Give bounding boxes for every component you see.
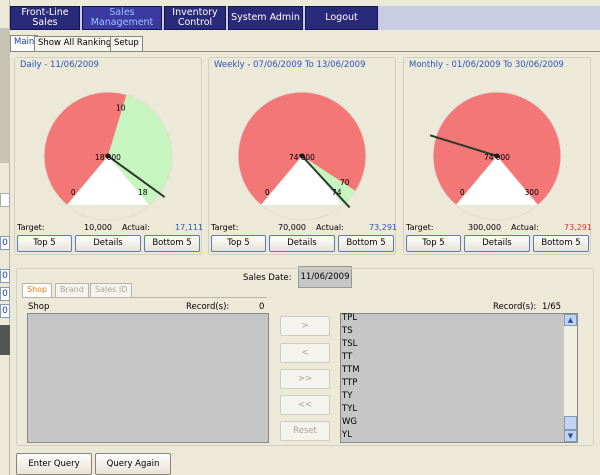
list-item[interactable]: TYL [342, 404, 357, 414]
target-value: 10,000 [84, 223, 112, 232]
list-item[interactable]: WG [342, 417, 357, 427]
actual-value: 73,291 [369, 223, 397, 232]
reset-button[interactable]: Reset [280, 421, 330, 441]
nav-front-line-sales[interactable]: Front-Line Sales [10, 6, 80, 30]
edge-dark-panel [0, 325, 10, 355]
gauge-max-label: 18 [138, 188, 148, 197]
details-button[interactable]: Details [75, 235, 141, 252]
daily-gauge: 0 18 10 18'000 [43, 91, 173, 221]
gauge-max-label: 74 [332, 188, 342, 197]
gauge-center-value: 74'000 [289, 153, 315, 162]
list-item[interactable]: TTM [342, 365, 360, 375]
list-item[interactable]: TT [342, 352, 352, 362]
nav-system-admin[interactable]: System Admin [228, 6, 303, 30]
edge-number: 0 [0, 304, 10, 318]
bottom-5-button[interactable]: Bottom 5 [144, 235, 200, 252]
target-value: 300,000 [468, 223, 502, 232]
gauge-target-mark: 70 [340, 178, 350, 187]
list-item[interactable]: TPL [342, 313, 357, 323]
nav-sales-management[interactable]: Sales Management [82, 6, 162, 30]
bottom-5-button[interactable]: Bottom 5 [533, 235, 589, 252]
nav-inventory-control[interactable]: Inventory Control [164, 6, 226, 30]
query-again-button[interactable]: Query Again [95, 453, 171, 475]
subtab-divider [22, 297, 267, 298]
edge-number: 0 [0, 269, 10, 283]
gauge-max-label: 300 [525, 188, 540, 197]
left-edge-strip: 0 0 0 0 [0, 0, 10, 475]
left-list-header: Shop [28, 302, 50, 312]
subtab-shop[interactable]: Shop [22, 283, 53, 297]
enter-query-button[interactable]: Enter Query [16, 453, 92, 475]
gauge-panel-daily: Daily - 11/06/2009 0 18 10 18'000 Target: 1… [14, 57, 203, 255]
subtab-brand[interactable]: Brand [55, 283, 89, 297]
target-value: 70,000 [278, 223, 306, 232]
edge-number: 0 [0, 236, 10, 250]
top-5-button[interactable]: Top 5 [17, 235, 72, 252]
actual-value: 73,291 [564, 223, 592, 232]
top-5-button[interactable]: Top 5 [211, 235, 266, 252]
gauge-min-label: 0 [265, 188, 270, 197]
monthly-gauge: 0 300 74'000 [429, 91, 562, 221]
actual-label: Actual: [122, 223, 150, 232]
scroll-up-arrow-icon[interactable]: ▲ [564, 314, 577, 326]
actual-label: Actual: [316, 223, 344, 232]
gauge-center-value: 18'000 [95, 153, 121, 162]
edge-panel [0, 28, 10, 163]
list-item[interactable]: TS [342, 326, 353, 336]
gauge-panel-weekly: Weekly - 07/06/2009 To 13/06/2009 0 74 70 7… [208, 57, 397, 255]
target-label: Target: [211, 223, 239, 232]
weekly-gauge: 0 7470 74'000 [237, 91, 367, 221]
gauge-panel-monthly: Monthly - 01/06/2009 To 30/06/2009 0 300 7… [403, 57, 592, 255]
move-all-left-button[interactable]: << [280, 395, 330, 415]
top-5-button[interactable]: Top 5 [406, 235, 461, 252]
scroll-down-arrow-icon[interactable]: ▼ [564, 430, 577, 442]
right-records-label: Record(s): [493, 302, 537, 312]
list-item[interactable]: YL [342, 430, 352, 440]
left-records-label: Record(s): [186, 302, 230, 312]
left-records-value: 0 [259, 302, 265, 312]
bottom-5-button[interactable]: Bottom 5 [338, 235, 394, 252]
gauge-min-label: 0 [71, 188, 76, 197]
list-item[interactable]: TSL [342, 339, 357, 349]
tab-show-all-ranking[interactable]: Show All Ranking [34, 36, 116, 51]
gauge-target-mark: 10 [116, 104, 126, 113]
subtab-sales-id[interactable]: Sales ID [90, 283, 133, 297]
actual-value: 17,111 [175, 223, 203, 232]
gauge-min-label: 0 [460, 188, 465, 197]
edge-number: 0 [0, 287, 10, 301]
shop-source-list[interactable] [27, 313, 269, 443]
move-all-right-button[interactable]: >> [280, 369, 330, 389]
list-item[interactable]: TTP [342, 378, 357, 388]
edge-field [0, 193, 10, 207]
nav-logout[interactable]: Logout [305, 6, 378, 30]
scroll-thumb[interactable] [564, 416, 577, 430]
details-button[interactable]: Details [269, 235, 335, 252]
move-right-button[interactable]: > [280, 316, 330, 336]
list-item[interactable]: TY [342, 391, 352, 401]
target-label: Target: [17, 223, 45, 232]
target-label: Target: [406, 223, 434, 232]
gauge-center-value: 74'000 [484, 153, 510, 162]
move-left-button[interactable]: < [280, 343, 330, 363]
right-records-value: 1/65 [542, 302, 562, 312]
top-nav: Front-Line Sales Sales Management Invent… [10, 6, 600, 30]
tab-setup[interactable]: Setup [110, 36, 143, 51]
actual-label: Actual: [511, 223, 539, 232]
shop-selected-list[interactable] [340, 313, 578, 443]
details-button[interactable]: Details [464, 235, 530, 252]
